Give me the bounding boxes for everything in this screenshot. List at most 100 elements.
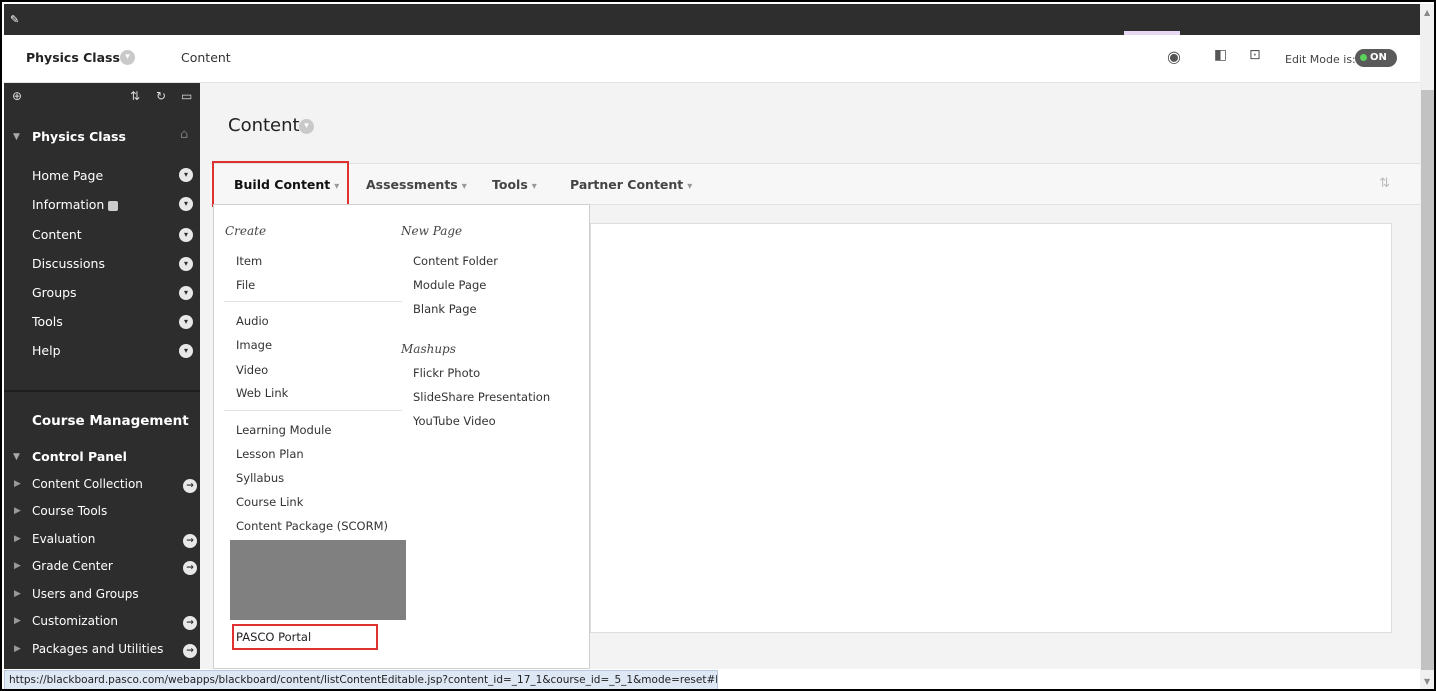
- theme-palette-icon[interactable]: ◧: [1214, 47, 1227, 63]
- chevron-down-icon[interactable]: ▾: [179, 257, 193, 271]
- menu-item-youtube-video[interactable]: YouTube Video: [413, 414, 496, 428]
- control-item-content-collection[interactable]: Content Collection: [32, 477, 143, 491]
- chevron-down-icon[interactable]: ▾: [179, 168, 193, 182]
- content-list-area: [590, 223, 1392, 633]
- menu-separator: [224, 301, 402, 302]
- menu-item-slideshare[interactable]: SlideShare Presentation: [413, 390, 550, 404]
- new-page-heading: New Page: [401, 224, 463, 238]
- assessments-label: Assessments: [366, 177, 458, 192]
- menu-item-web-link[interactable]: Web Link: [236, 386, 288, 400]
- expand-triangle-icon[interactable]: ▶: [14, 479, 21, 489]
- redacted-menu-block: [230, 540, 406, 620]
- expand-triangle-icon[interactable]: ▶: [14, 506, 21, 516]
- collapse-triangle-icon[interactable]: ▼: [13, 132, 20, 142]
- chevron-down-icon[interactable]: ▾: [179, 197, 193, 211]
- chevron-down-icon[interactable]: ▾: [179, 228, 193, 242]
- refresh-icon[interactable]: ↻: [156, 89, 166, 103]
- sidebar-divider: [4, 390, 200, 392]
- control-item-users-and-groups[interactable]: Users and Groups: [32, 587, 139, 601]
- course-menu-chevron-icon[interactable]: ▾: [120, 50, 135, 65]
- partner-content-label: Partner Content: [570, 177, 684, 192]
- control-item-grade-center[interactable]: Grade Center: [32, 559, 113, 573]
- create-heading: Create: [225, 224, 267, 238]
- arrow-right-icon[interactable]: →: [183, 616, 197, 630]
- menu-item-learning-module[interactable]: Learning Module: [236, 423, 331, 437]
- menu-separator: [224, 410, 402, 411]
- control-panel-heading[interactable]: Control Panel: [32, 449, 127, 464]
- sidebar-item-content[interactable]: Content: [32, 227, 82, 242]
- control-item-customization[interactable]: Customization: [32, 614, 118, 628]
- build-content-dropdown-menu: Create Item File Audio Image Video Web L…: [213, 204, 590, 669]
- menu-item-syllabus[interactable]: Syllabus: [236, 471, 284, 485]
- chevron-down-icon[interactable]: ▾: [179, 315, 193, 329]
- menu-item-course-link[interactable]: Course Link: [236, 495, 303, 509]
- page-title-chevron-icon[interactable]: ▾: [299, 119, 314, 134]
- mashups-heading: Mashups: [401, 342, 456, 356]
- add-menu-item-icon[interactable]: ⊕: [12, 89, 22, 103]
- scroll-up-arrow-icon[interactable]: ▲: [1424, 8, 1430, 17]
- arrow-right-icon[interactable]: →: [183, 534, 197, 548]
- menu-item-lesson-plan[interactable]: Lesson Plan: [236, 447, 304, 461]
- expand-triangle-icon[interactable]: ▶: [14, 616, 21, 626]
- build-content-highlight-box: [212, 161, 349, 207]
- menu-item-image[interactable]: Image: [236, 338, 272, 352]
- menu-item-file[interactable]: File: [236, 278, 255, 292]
- course-menu-sidebar: ⊕ ⇅ ↻ ▭ ▼ Physics Class ⌂ Home Page ▾ In…: [4, 83, 200, 669]
- course-management-heading: Course Management: [32, 413, 189, 429]
- menu-item-content-package[interactable]: Content Package (SCORM): [236, 519, 388, 533]
- menu-item-module-page[interactable]: Module Page: [413, 278, 486, 292]
- menu-item-item[interactable]: Item: [236, 254, 262, 268]
- edit-mode-toggle[interactable]: ON: [1355, 49, 1397, 67]
- sidebar-course-name[interactable]: Physics Class: [32, 129, 126, 144]
- menu-item-blank-page[interactable]: Blank Page: [413, 302, 477, 316]
- expand-triangle-icon[interactable]: ▶: [14, 561, 21, 571]
- chevron-down-icon[interactable]: ▾: [179, 286, 193, 300]
- course-title[interactable]: Physics Class: [26, 50, 120, 65]
- scrollbar-thumb[interactable]: [1421, 90, 1434, 670]
- chevron-down-icon: ▾: [687, 181, 693, 192]
- reorder-icon[interactable]: ⇅: [130, 89, 140, 103]
- breadcrumb-content: Content: [181, 50, 231, 65]
- arrow-right-icon[interactable]: →: [183, 561, 197, 575]
- expand-triangle-icon[interactable]: ▶: [14, 534, 21, 544]
- assessments-button[interactable]: Assessments ▾: [366, 177, 467, 192]
- sidebar-item-label: Information: [32, 197, 105, 212]
- control-item-packages-and-utilities[interactable]: Packages and Utilities: [32, 642, 163, 656]
- sidebar-item-information[interactable]: Information: [32, 197, 119, 212]
- tools-label: Tools: [492, 177, 528, 192]
- tools-button[interactable]: Tools ▾: [492, 177, 537, 192]
- sidebar-item-home-page[interactable]: Home Page: [32, 168, 103, 183]
- student-preview-eye-icon[interactable]: ◉: [1167, 47, 1181, 66]
- reorder-icon[interactable]: ⇅: [1379, 176, 1390, 191]
- lock-icon[interactable]: ⊡: [1249, 47, 1261, 63]
- menu-item-video[interactable]: Video: [236, 363, 268, 377]
- chevron-down-icon[interactable]: ▾: [179, 344, 193, 358]
- chevron-down-icon: ▾: [461, 181, 467, 192]
- menu-item-content-folder[interactable]: Content Folder: [413, 254, 498, 268]
- partner-content-button[interactable]: Partner Content ▾: [570, 177, 692, 192]
- menu-item-flickr-photo[interactable]: Flickr Photo: [413, 366, 480, 380]
- expand-triangle-icon[interactable]: ▶: [14, 644, 21, 654]
- sidebar-item-groups[interactable]: Groups: [32, 285, 77, 300]
- menu-item-audio[interactable]: Audio: [236, 314, 269, 328]
- course-header: Physics Class ▾ Content ◉ ◧ ⊡ Edit Mode …: [4, 35, 1420, 83]
- arrow-right-icon[interactable]: →: [183, 644, 197, 658]
- folder-view-icon[interactable]: ▭: [181, 89, 192, 103]
- browser-frame: ✎ Physics Class ▾ Content ◉ ◧ ⊡ Edit Mod…: [0, 0, 1436, 691]
- chevron-down-icon: ▾: [531, 181, 537, 192]
- edit-mode-value: ON: [1370, 52, 1387, 63]
- home-icon[interactable]: ⌂: [180, 127, 188, 142]
- pin-icon[interactable]: ✎: [10, 13, 22, 26]
- expand-triangle-icon[interactable]: ▶: [14, 589, 21, 599]
- control-item-evaluation[interactable]: Evaluation: [32, 532, 95, 546]
- control-item-course-tools[interactable]: Course Tools: [32, 504, 107, 518]
- sidebar-item-tools[interactable]: Tools: [32, 314, 63, 329]
- scroll-down-arrow-icon[interactable]: ▼: [1424, 677, 1430, 686]
- collapse-triangle-icon[interactable]: ▼: [13, 452, 20, 462]
- menu-item-pasco-portal[interactable]: PASCO Portal: [236, 630, 311, 644]
- arrow-right-icon[interactable]: →: [183, 479, 197, 493]
- sidebar-item-discussions[interactable]: Discussions: [32, 256, 105, 271]
- vertical-scrollbar[interactable]: ▲ ▼: [1420, 4, 1434, 689]
- sidebar-item-help[interactable]: Help: [32, 343, 61, 358]
- toggle-on-dot-icon: [1360, 54, 1367, 61]
